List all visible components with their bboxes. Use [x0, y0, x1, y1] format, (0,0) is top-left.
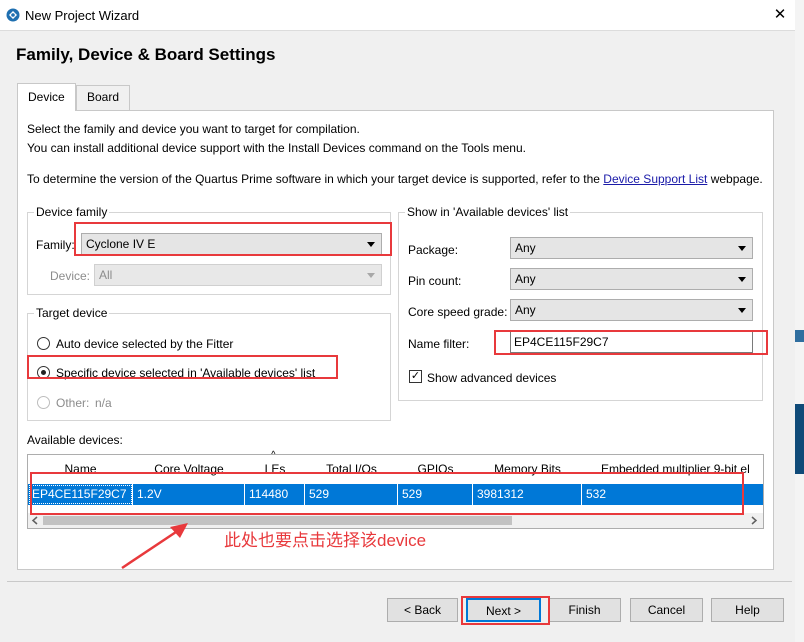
pin-count-combo-value: Any — [515, 272, 536, 286]
intro-line-3-suffix: webpage. — [710, 172, 763, 186]
header-separator — [0, 30, 795, 31]
chevron-down-icon — [738, 277, 746, 282]
intro-line-3: To determine the version of the Quartus … — [27, 172, 763, 186]
annotation-box-next — [461, 596, 550, 625]
auto-device-radio[interactable] — [37, 337, 50, 350]
core-speed-label: Core speed grade: — [408, 305, 508, 319]
device-family-group-label: Device family — [34, 205, 110, 219]
intro-line-2: You can install additional device suppor… — [27, 141, 526, 155]
chevron-down-icon — [367, 273, 375, 278]
background-window-edge — [795, 0, 804, 642]
pin-count-label: Pin count: — [408, 274, 462, 288]
other-device-radio[interactable] — [37, 396, 50, 409]
package-combo[interactable]: Any — [510, 237, 753, 259]
finish-button[interactable]: Finish — [548, 598, 621, 622]
show-in-list-group-label: Show in 'Available devices' list — [405, 205, 571, 219]
window-title: New Project Wizard — [25, 8, 140, 23]
background-window-fragment — [795, 404, 804, 474]
annotation-text: 此处也要点击选择该device — [224, 531, 427, 550]
target-device-group-label: Target device — [34, 306, 110, 320]
scrollbar-thumb[interactable] — [43, 516, 512, 525]
package-label: Package: — [408, 243, 459, 257]
family-label: Family: — [36, 238, 75, 252]
device-combo[interactable]: All — [94, 264, 382, 286]
package-combo-value: Any — [515, 241, 536, 255]
pin-count-combo[interactable]: Any — [510, 268, 753, 290]
device-support-list-link[interactable]: Device Support List — [603, 172, 707, 186]
core-speed-combo[interactable]: Any — [510, 299, 753, 321]
annotation-box-family — [74, 222, 392, 256]
background-window-fragment — [795, 330, 804, 342]
other-device-label: Other: — [56, 396, 90, 410]
core-speed-combo-value: Any — [515, 303, 536, 317]
scroll-right-icon[interactable] — [750, 516, 758, 525]
available-devices-label: Available devices: — [27, 433, 123, 447]
app-icon — [6, 8, 20, 22]
footer-separator — [7, 581, 792, 582]
scroll-left-icon[interactable] — [31, 516, 39, 525]
page-title: Family, Device & Board Settings — [16, 45, 276, 64]
chevron-down-icon — [738, 308, 746, 313]
name-filter-label: Name filter: — [408, 337, 470, 351]
auto-device-label[interactable]: Auto device selected by the Fitter — [56, 337, 233, 351]
help-button[interactable]: Help — [711, 598, 784, 622]
other-device-value: n/a — [95, 396, 112, 410]
intro-line-1: Select the family and device you want to… — [27, 122, 360, 136]
device-combo-value: All — [99, 268, 113, 282]
cancel-button[interactable]: Cancel — [630, 598, 703, 622]
tab-board[interactable]: Board — [76, 85, 131, 110]
annotation-box-device-row — [30, 472, 744, 515]
intro-line-3-prefix: To determine the version of the Quartus … — [27, 172, 600, 186]
show-advanced-checkbox[interactable]: ✓ — [409, 370, 422, 383]
annotation-box-specific-device — [27, 355, 338, 379]
show-advanced-label[interactable]: Show advanced devices — [427, 371, 556, 385]
close-button[interactable]: ✕ — [768, 4, 792, 26]
tab-device[interactable]: Device — [17, 83, 76, 111]
device-label: Device: — [50, 269, 91, 283]
chevron-down-icon — [738, 246, 746, 251]
back-button[interactable]: < Back — [387, 598, 458, 622]
annotation-box-name-filter — [494, 330, 768, 355]
annotation-arrow-icon — [121, 523, 188, 570]
